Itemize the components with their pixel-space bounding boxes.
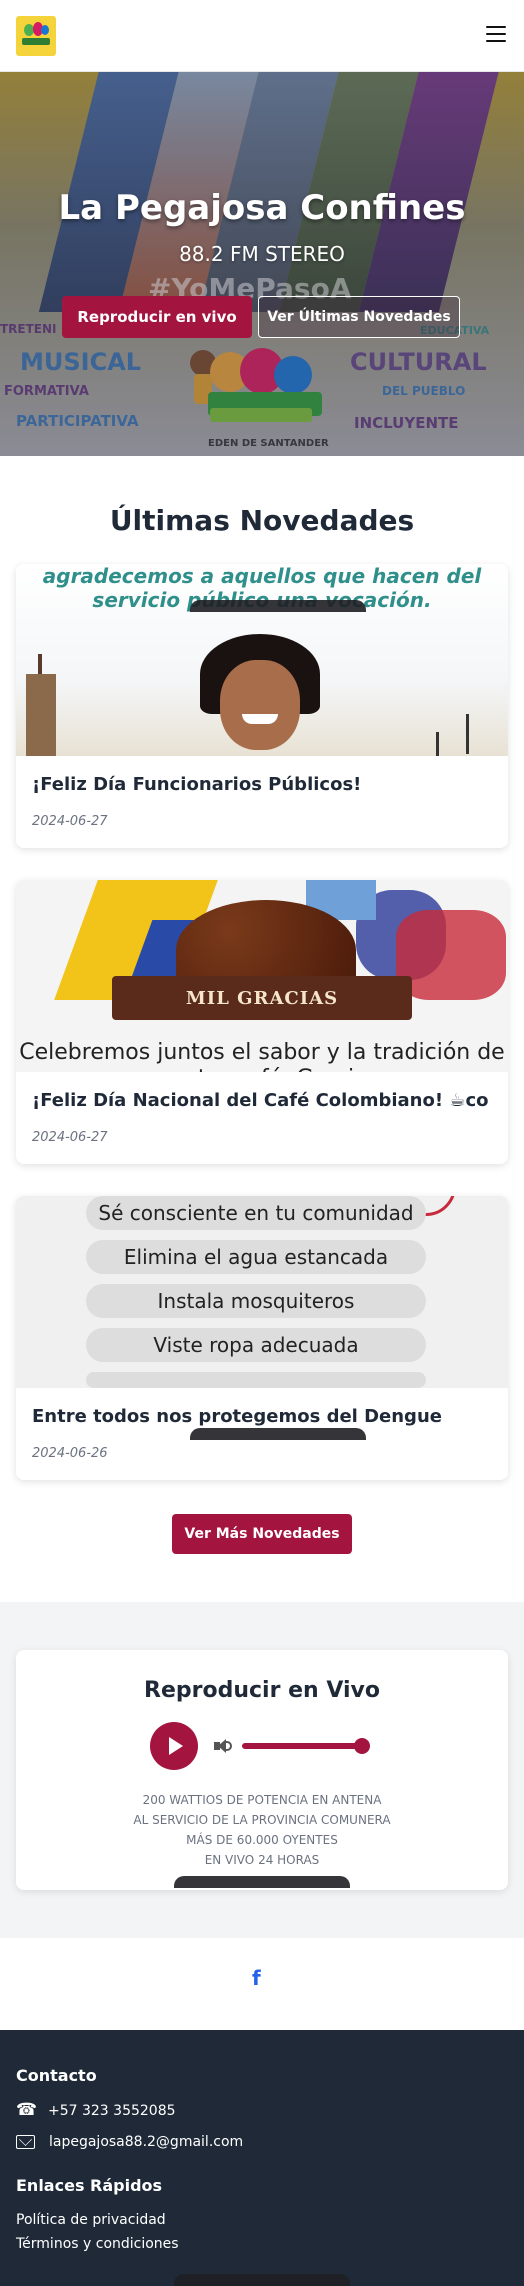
player-info-line: AL SERVICIO DE LA PROVINCIA COMUNERA	[133, 1813, 391, 1827]
play-icon[interactable]	[150, 1722, 198, 1770]
volume-slider-handle[interactable]	[354, 1738, 370, 1754]
news-image-item: Elimina el agua estancada	[86, 1240, 426, 1274]
news-card[interactable]: Sé consciente en tu comunidad Elimina el…	[16, 1196, 508, 1480]
hamburger-menu-icon[interactable]	[486, 26, 506, 44]
news-date: 2024-06-26	[32, 1446, 108, 1461]
news-image-banner: MIL GRACIAS	[112, 976, 412, 1020]
news-card[interactable]: MIL GRACIAS Celebremos juntos el sabor y…	[16, 880, 508, 1164]
play-live-button[interactable]: Reproducir en vivo	[62, 296, 252, 338]
live-player-section: Reproducir en Vivo 200 WATTIOS DE POTENC…	[0, 1602, 524, 1938]
top-navbar	[0, 0, 524, 72]
terms-link[interactable]: Términos y condiciones	[16, 2236, 179, 2252]
player-info-line: MÁS DE 60.000 OYENTES	[186, 1833, 338, 1847]
footer-email[interactable]: lapegajosa88.2@gmail.com	[16, 2134, 243, 2150]
facebook-icon[interactable]: f	[252, 1966, 261, 1990]
footer-contact-heading: Contacto	[16, 2066, 97, 2085]
player-info-line: EN VIVO 24 HORAS	[204, 1853, 320, 1867]
site-logo[interactable]	[16, 16, 56, 56]
privacy-link[interactable]: Política de privacidad	[16, 2212, 166, 2228]
footer-phone[interactable]: +57 323 3552085	[16, 2100, 176, 2120]
player-info: 200 WATTIOS DE POTENCIA EN ANTENA AL SER…	[16, 1790, 508, 1870]
news-title[interactable]: ¡Feliz Día Nacional del Café Colombiano!…	[32, 1090, 498, 1111]
overlay-pill	[190, 600, 366, 612]
logo-shape	[41, 25, 49, 35]
news-title[interactable]: ¡Feliz Día Funcionarios Públicos!	[32, 774, 498, 795]
site-footer: Contacto +57 323 3552085 lapegajosa88.2@…	[0, 2030, 524, 2286]
volume-icon[interactable]	[214, 1738, 234, 1754]
overlay-pill	[190, 1428, 366, 1440]
news-image-item: Instala mosquiteros	[86, 1284, 426, 1318]
player-title: Reproducir en Vivo	[144, 1678, 380, 1703]
mail-icon	[16, 2135, 35, 2149]
overlay-pill	[174, 2274, 350, 2286]
more-news-button[interactable]: Ver Más Novedades	[172, 1514, 352, 1554]
news-image-item	[86, 1372, 426, 1388]
hero-title: La Pegajosa Confines	[58, 188, 466, 228]
logo-shape	[22, 38, 50, 45]
news-date: 2024-06-27	[32, 1130, 108, 1145]
hero-subtitle: 88.2 FM STEREO	[179, 242, 345, 266]
volume-slider[interactable]	[242, 1743, 366, 1749]
player-info-line: 200 WATTIOS DE POTENCIA EN ANTENA	[142, 1793, 382, 1807]
email-address[interactable]: lapegajosa88.2@gmail.com	[49, 2134, 243, 2150]
phone-icon	[16, 2100, 37, 2120]
news-section-title: Últimas Novedades	[109, 504, 415, 537]
footer-links-heading: Enlaces Rápidos	[16, 2176, 163, 2195]
news-image-item: Viste ropa adecuada	[86, 1328, 426, 1362]
news-image: agradecemos a aquellos que hacen del ser…	[16, 564, 508, 756]
news-title[interactable]: Entre todos nos protegemos del Dengue	[32, 1406, 498, 1427]
hero-banner: #YoMePasoA TRETENI EDUCATIVA MUSICAL CUL…	[0, 72, 524, 456]
news-image: MIL GRACIAS Celebremos juntos el sabor y…	[16, 880, 508, 1072]
phone-number[interactable]: +57 323 3552085	[48, 2103, 176, 2119]
news-image: Sé consciente en tu comunidad Elimina el…	[16, 1196, 508, 1388]
news-image-text: Celebremos juntos el sabor y la tradició…	[19, 1040, 505, 1072]
player-card: Reproducir en Vivo 200 WATTIOS DE POTENC…	[16, 1650, 508, 1890]
news-date: 2024-06-27	[32, 814, 108, 829]
news-image-item: Sé consciente en tu comunidad	[86, 1196, 426, 1230]
news-card[interactable]: agradecemos a aquellos que hacen del ser…	[16, 564, 508, 848]
view-news-button[interactable]: Ver Últimas Novedades	[258, 296, 460, 338]
overlay-pill	[174, 1876, 350, 1888]
